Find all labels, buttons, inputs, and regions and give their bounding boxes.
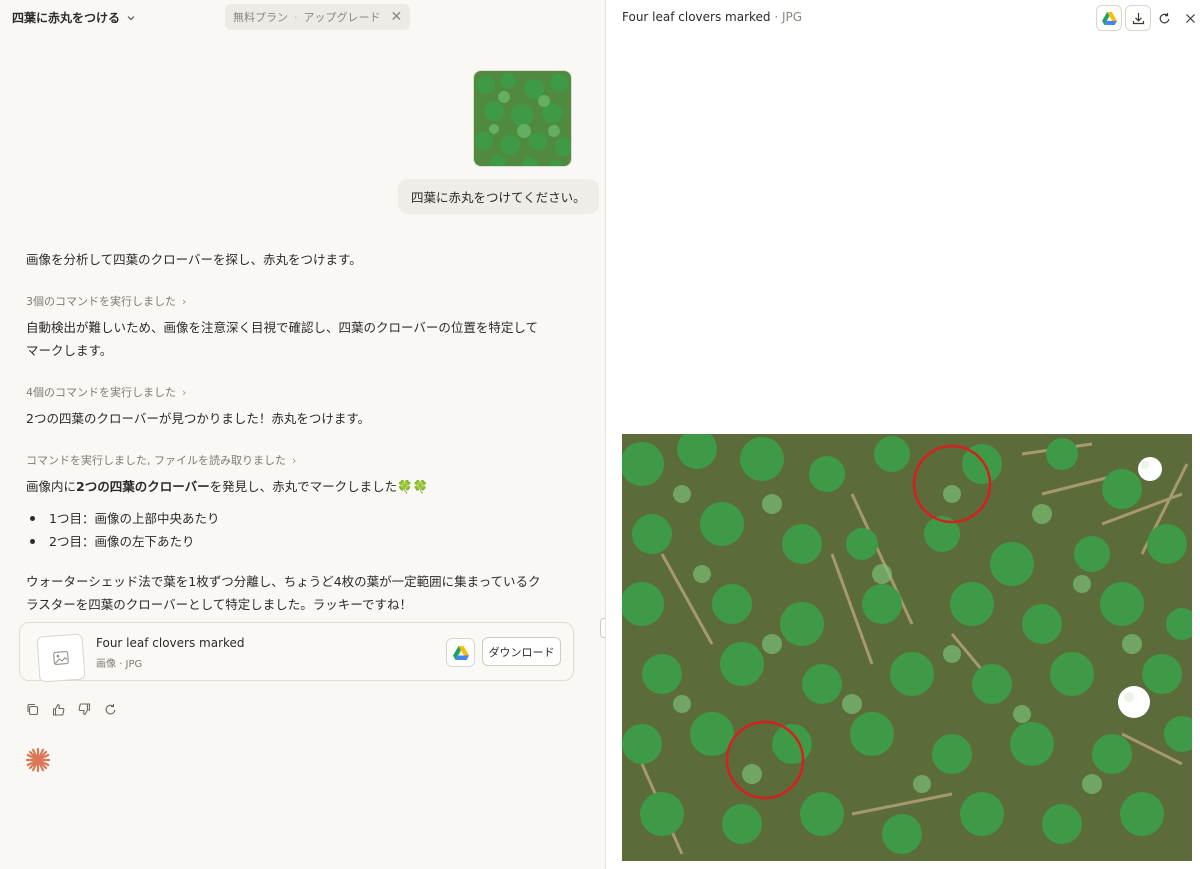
- command-summary-1-label: 3個のコマンドを実行しました: [26, 295, 176, 308]
- assistant-paragraph-5: ウォーターシェッド法で葉を1枚ずつ分離し、ちょうど4枚の葉が一定範囲に集まってい…: [26, 574, 541, 612]
- preview-title: Four leaf clovers marked · JPG: [622, 10, 802, 24]
- upgrade-pill[interactable]: 無料プラン · アップグレード ✕: [225, 4, 411, 30]
- message-actions: [25, 702, 117, 716]
- bullet-icon: [30, 516, 35, 521]
- preview-title-name: Four leaf clovers marked: [622, 10, 771, 24]
- p4-prefix: 画像内に: [26, 479, 77, 494]
- assistant-intro: 画像を分析して四葉のクローバーを探し、赤丸をつけます。: [26, 252, 362, 267]
- p4-suffix: を発見し、赤丸でマークしました🍀🍀: [209, 479, 429, 494]
- list-item-text: 2つ目：画像の左下あたり: [49, 534, 195, 549]
- user-message: 四葉に赤丸をつけてください。: [398, 179, 599, 214]
- preview-title-sep: ·: [770, 10, 782, 24]
- list-item: 1つ目：画像の上部中央あたり: [30, 507, 219, 530]
- conversation-title: 四葉に赤丸をつける: [12, 11, 121, 25]
- conversation-title-menu[interactable]: 四葉に赤丸をつける: [12, 9, 136, 26]
- google-drive-icon: [452, 645, 469, 660]
- assistant-paragraph-2: 自動検出が難しいため、画像を注意深く目視で確認し、四葉のクローバーの位置を特定し…: [26, 320, 539, 358]
- refresh-icon: [1159, 12, 1169, 23]
- copy-icon[interactable]: [25, 702, 39, 716]
- chevron-down-icon: [127, 15, 135, 20]
- thumbs-down-icon[interactable]: [77, 702, 91, 716]
- result-list: 1つ目：画像の上部中央あたり 2つ目：画像の左下あたり: [30, 507, 219, 553]
- chat-pane: 四葉に赤丸をつける 無料プラン · アップグレード ✕ 四葉に赤丸をつけてくださ…: [0, 0, 605, 869]
- command-summary-3-label: コマンドを実行しました, ファイルを読み取りました: [26, 454, 286, 467]
- file-artifact-card[interactable]: Four leaf clovers marked 画像 · JPG ダウンロード: [19, 622, 574, 683]
- file-meta: 画像 · JPG: [96, 659, 143, 670]
- artifact-preview-pane: Four leaf clovers marked · JPG: [605, 0, 1200, 869]
- download-icon-button[interactable]: [1125, 5, 1151, 31]
- download-icon: [1132, 12, 1144, 24]
- chevron-right-icon: ›: [292, 453, 297, 467]
- upgrade-link[interactable]: アップグレード: [304, 9, 381, 25]
- download-button[interactable]: ダウンロード: [482, 637, 561, 666]
- command-summary-3[interactable]: コマンドを実行しました, ファイルを読み取りました ›: [26, 452, 296, 468]
- chevron-right-icon: ›: [182, 385, 187, 399]
- user-message-text: 四葉に赤丸をつけてください。: [411, 190, 586, 205]
- close-icon[interactable]: ✕: [391, 9, 403, 25]
- assistant-paragraph-4: 画像内に2つの四葉のクローバーを発見し、赤丸でマークしました🍀🍀: [26, 475, 551, 498]
- plan-separator: ·: [294, 10, 298, 24]
- plan-label: 無料プラン: [233, 11, 288, 24]
- p4-bold: 2つの四葉のクローバー: [76, 479, 210, 494]
- thumbs-up-icon[interactable]: [51, 702, 65, 716]
- google-drive-button[interactable]: [446, 638, 475, 667]
- list-item-text: 1つ目：画像の上部中央あたり: [49, 511, 220, 526]
- clover-thumbnail: [474, 71, 571, 166]
- list-item: 2つ目：画像の左下あたり: [30, 530, 219, 553]
- command-summary-2-label: 4個のコマンドを実行しました: [26, 386, 176, 399]
- clover-field-photo: [622, 434, 1192, 861]
- command-summary-2[interactable]: 4個のコマンドを実行しました ›: [26, 384, 186, 400]
- assistant-paragraph-3: 2つの四葉のクローバーが見つかりました！赤丸をつけます。: [26, 411, 371, 426]
- refresh-button[interactable]: [1151, 5, 1177, 31]
- close-icon: [1185, 13, 1195, 23]
- close-preview-button[interactable]: [1177, 5, 1200, 31]
- preview-title-type: JPG: [782, 10, 803, 24]
- google-drive-icon: [1101, 11, 1117, 25]
- bullet-icon: [30, 539, 35, 544]
- claude-logo-icon: [25, 747, 51, 773]
- retry-icon[interactable]: [103, 702, 117, 716]
- file-name: Four leaf clovers marked: [96, 636, 245, 650]
- image-file-icon: [36, 633, 86, 683]
- save-to-drive-button[interactable]: [1096, 5, 1122, 31]
- marked-clover-image: [622, 434, 1192, 861]
- chevron-right-icon: ›: [182, 294, 187, 308]
- command-summary-1[interactable]: 3個のコマンドを実行しました ›: [26, 293, 186, 309]
- user-attached-image[interactable]: [473, 70, 572, 167]
